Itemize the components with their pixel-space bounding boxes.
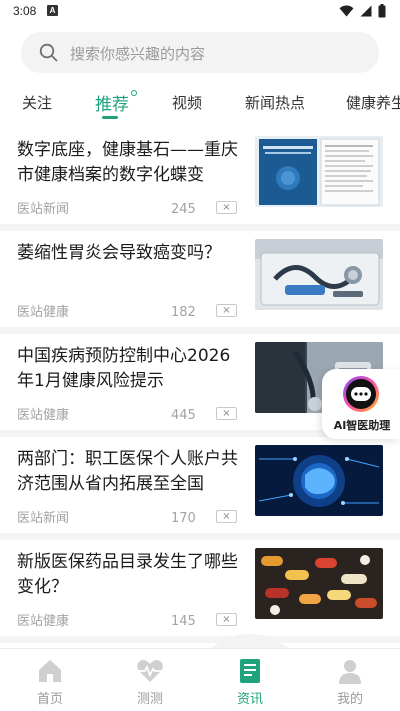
medicine-pills-graphic xyxy=(255,548,383,619)
view-count: 245 xyxy=(171,202,196,217)
news-item[interactable]: 两部门：职工医保个人账户共济范围从省内拓展至全国 医站新闻 170 × xyxy=(0,437,400,533)
feed-divider xyxy=(0,327,400,334)
signal-icon xyxy=(360,5,372,17)
heart-pulse-icon xyxy=(137,660,163,682)
document-cover-graphic xyxy=(255,136,383,207)
tab-health[interactable]: 健康养生 xyxy=(346,92,400,113)
dismiss-button[interactable]: × xyxy=(216,613,237,626)
status-icons xyxy=(339,4,386,18)
view-count: 170 xyxy=(171,511,196,526)
medicine-pills-image[interactable] xyxy=(255,548,383,619)
status-bar: 3:08 A xyxy=(0,0,400,24)
view-count: 182 xyxy=(171,305,196,320)
search-bar[interactable]: 搜索你感兴趣的内容 xyxy=(21,32,379,73)
search-icon xyxy=(39,43,58,62)
news-title[interactable]: 中国疾病预防控制中心2026年1月健康风险提示 xyxy=(17,344,239,394)
news-title[interactable]: 新版医保药品目录发生了哪些变化？ xyxy=(17,550,239,600)
document-cover-image[interactable] xyxy=(255,136,383,207)
tab-active-indicator xyxy=(102,116,118,119)
news-source: 医站健康 xyxy=(17,614,70,629)
digital-brain-graphic xyxy=(255,445,383,516)
news-item[interactable]: 新版医保药品目录发生了哪些变化？ 医站健康 145 × xyxy=(0,540,400,636)
tab-recommend[interactable]: 推荐 xyxy=(95,90,129,115)
news-source: 医站健康 xyxy=(17,408,70,423)
medical-equipment-graphic xyxy=(255,239,383,310)
dismiss-button[interactable]: × xyxy=(216,304,237,317)
feed-divider xyxy=(0,224,400,231)
nav-news[interactable]: 资讯 xyxy=(210,657,290,707)
home-icon xyxy=(39,660,61,682)
search-input[interactable]: 搜索你感兴趣的内容 xyxy=(70,43,205,64)
news-title[interactable]: 两部门：职工医保个人账户共济范围从省内拓展至全国 xyxy=(17,447,239,497)
nav-test-label: 测测 xyxy=(136,692,163,707)
ai-assistant-label: AI智医助理 xyxy=(333,419,391,432)
tab-video[interactable]: 视频 xyxy=(172,92,202,113)
news-source: 医站健康 xyxy=(17,305,70,320)
nav-profile-label: 我的 xyxy=(336,692,363,707)
screen: 3:08 A 搜索你感兴趣的内容 关注 推荐 视频 新闻热点 健康养生 数字底座… xyxy=(0,0,400,711)
nav-news-label: 资讯 xyxy=(236,692,263,707)
nav-home[interactable]: 首页 xyxy=(10,657,90,707)
news-title[interactable]: 数字底座，健康基石——重庆市健康档案的数字化蝶变 xyxy=(17,138,239,188)
notification-a-icon: A xyxy=(47,5,58,16)
nav-home-label: 首页 xyxy=(36,692,63,707)
feed-divider xyxy=(0,636,400,643)
ai-assistant-button[interactable]: AI智医助理 xyxy=(322,369,400,439)
nav-profile[interactable]: 我的 xyxy=(310,657,390,707)
digital-brain-image[interactable] xyxy=(255,445,383,516)
bottom-nav: 首页 测测 资讯 我的 xyxy=(0,648,400,711)
news-source: 医站新闻 xyxy=(17,202,70,217)
dismiss-button[interactable]: × xyxy=(216,407,237,420)
battery-icon xyxy=(378,4,386,18)
news-title[interactable]: 萎缩性胃炎会导致癌变吗？ xyxy=(17,241,239,266)
view-count: 145 xyxy=(171,614,196,629)
chat-bot-icon xyxy=(343,376,379,412)
dismiss-button[interactable]: × xyxy=(216,201,237,214)
profile-icon xyxy=(339,660,361,684)
tab-hot-news[interactable]: 新闻热点 xyxy=(245,92,305,113)
news-source: 医站新闻 xyxy=(17,511,70,526)
view-count: 445 xyxy=(171,408,196,423)
feed-divider xyxy=(0,533,400,540)
news-item[interactable]: 数字底座，健康基石——重庆市健康档案的数字化蝶变 医站新闻 245 × xyxy=(0,128,400,224)
news-icon xyxy=(240,659,260,683)
dismiss-button[interactable]: × xyxy=(216,510,237,523)
nav-test[interactable]: 测测 xyxy=(110,657,190,707)
tab-follow[interactable]: 关注 xyxy=(22,92,52,113)
tab-new-dot-icon xyxy=(131,90,137,96)
medical-equipment-image[interactable] xyxy=(255,239,383,310)
status-time: 3:08 xyxy=(13,4,37,18)
news-item[interactable]: 萎缩性胃炎会导致癌变吗？ 医站健康 182 × xyxy=(0,231,400,327)
category-tabs: 关注 推荐 视频 新闻热点 健康养生 xyxy=(0,82,400,122)
wifi-icon xyxy=(339,5,354,17)
